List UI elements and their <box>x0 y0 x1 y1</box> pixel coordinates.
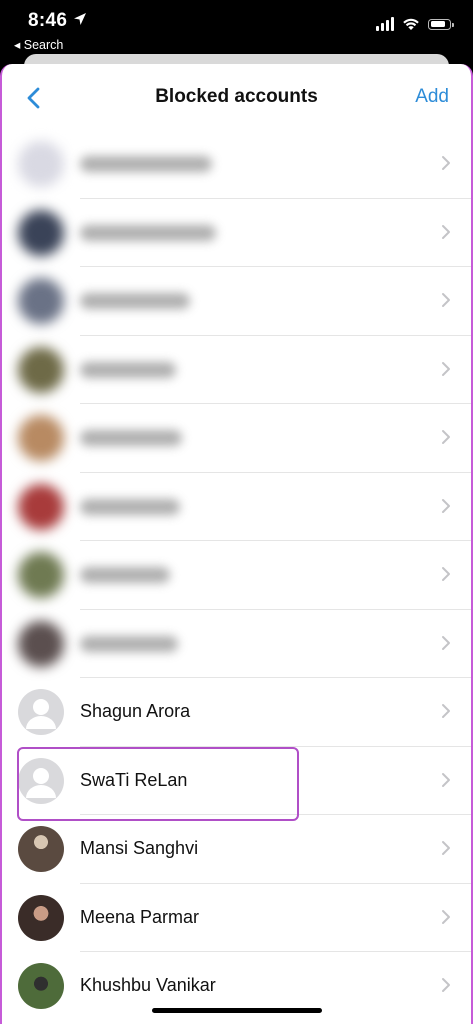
chevron-right-icon <box>442 361 450 376</box>
battery-icon <box>428 18 454 30</box>
navigation-bar: Blocked accounts Add <box>2 64 471 128</box>
list-item[interactable]: Mansi Sanghvi <box>2 815 471 884</box>
location-arrow-icon <box>74 13 86 25</box>
account-name: Meena Parmar <box>80 906 200 927</box>
chevron-right-icon <box>442 498 450 513</box>
list-item[interactable]: Shagun Arora <box>2 678 471 747</box>
back-to-search-link[interactable]: ◂ Search <box>14 37 63 52</box>
add-button[interactable]: Add <box>415 86 449 108</box>
list-item[interactable] <box>2 130 471 199</box>
default-avatar-icon <box>18 757 64 804</box>
list-item[interactable] <box>2 473 471 541</box>
avatar <box>18 826 64 872</box>
chevron-right-icon <box>442 224 450 239</box>
avatar <box>18 209 64 256</box>
chevron-right-icon <box>442 156 450 170</box>
status-indicators <box>376 17 454 31</box>
chevron-right-icon <box>442 635 450 650</box>
avatar <box>18 346 64 393</box>
list-item[interactable] <box>2 610 471 678</box>
account-name: Mansi Sanghvi <box>80 838 199 858</box>
chevron-right-icon <box>442 978 450 992</box>
avatar <box>18 552 64 598</box>
chevron-right-icon <box>442 909 450 924</box>
blocked-accounts-list: Shagun Arora SwaTi ReLan Mansi Sanghvi M… <box>2 130 471 1021</box>
home-indicator <box>152 1008 322 1013</box>
avatar <box>18 278 64 324</box>
account-name: Khushbu Vanikar <box>80 975 216 995</box>
chevron-right-icon <box>442 567 450 581</box>
list-item[interactable] <box>2 267 471 336</box>
list-item[interactable]: Meena Parmar <box>2 884 471 952</box>
list-item[interactable]: SwaTi ReLan <box>2 747 471 815</box>
list-item[interactable] <box>2 404 471 473</box>
avatar <box>18 415 64 461</box>
list-item[interactable] <box>2 199 471 267</box>
list-item[interactable] <box>2 336 471 404</box>
status-time: 8:46 <box>28 10 68 31</box>
list-item[interactable] <box>2 541 471 610</box>
avatar <box>18 483 64 530</box>
chevron-right-icon <box>442 841 450 855</box>
default-avatar-icon <box>18 689 64 735</box>
chevron-right-icon <box>442 704 450 718</box>
avatar <box>18 620 64 667</box>
chevron-right-icon <box>442 772 450 787</box>
chevron-right-icon <box>442 293 450 307</box>
status-bar: 8:46 ◂ Search <box>0 0 473 58</box>
page-title: Blocked accounts <box>155 86 318 107</box>
chevron-right-icon <box>442 430 450 444</box>
avatar <box>18 141 64 187</box>
avatar <box>18 963 64 1009</box>
account-name: Shagun Arora <box>80 701 191 721</box>
blocked-accounts-sheet: Blocked accounts Add Shagun Arora SwaTi … <box>0 64 473 1024</box>
wifi-icon <box>403 18 419 30</box>
cellular-signal-icon <box>376 17 394 31</box>
avatar <box>18 894 64 941</box>
account-name: SwaTi ReLan <box>80 769 188 790</box>
